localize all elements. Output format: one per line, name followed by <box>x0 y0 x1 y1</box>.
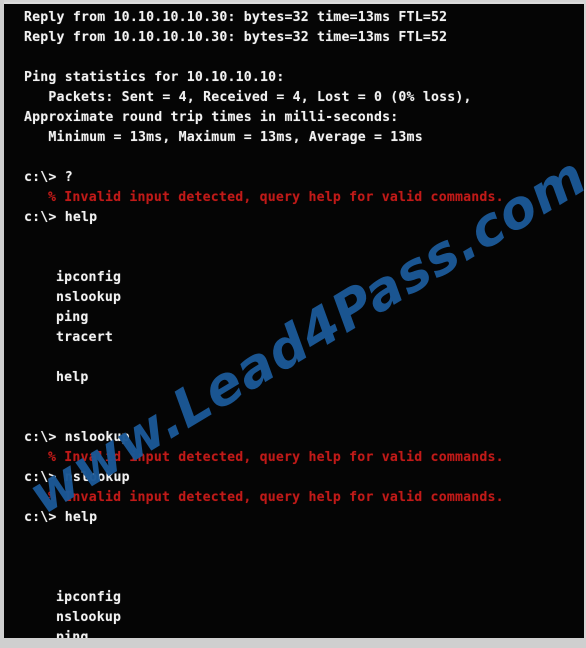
help-command-item: ping <box>56 310 89 325</box>
window-top-edge <box>4 2 584 4</box>
window-bottom-edge <box>0 638 586 648</box>
console-line: c:\> help <box>24 210 98 225</box>
console-line: Minimum = 13ms, Maximum = 13ms, Average … <box>24 130 423 145</box>
console-line: c:\> ? <box>24 170 73 185</box>
console-line: Reply from 10.10.10.10.30: bytes=32 time… <box>24 30 448 45</box>
help-command-item: help <box>56 370 89 385</box>
console-line: Reply from 10.10.10.10.30: bytes=32 time… <box>24 10 448 25</box>
help-command-item: ipconfig <box>56 590 122 605</box>
console-line: c:\> nslookup <box>24 470 130 485</box>
console-error-line: % Invalid input detected, query help for… <box>48 190 504 205</box>
terminal-screen[interactable]: Reply from 10.10.10.10.30: bytes=32 time… <box>4 2 584 638</box>
console-line: Packets: Sent = 4, Received = 4, Lost = … <box>24 90 472 105</box>
console-output: Reply from 10.10.10.10.30: bytes=32 time… <box>4 8 584 638</box>
help-command-item: nslookup <box>56 290 122 305</box>
console-line: c:\> help <box>24 510 98 525</box>
help-command-item: ipconfig <box>56 270 122 285</box>
console-line: c:\> nslookup <box>24 430 130 445</box>
console-line: Ping statistics for 10.10.10.10: <box>24 70 285 85</box>
help-command-item: tracert <box>56 330 113 345</box>
help-command-item: nslookup <box>56 610 122 625</box>
console-error-line: % Invalid input detected, query help for… <box>48 450 504 465</box>
window-left-edge <box>0 0 4 638</box>
console-line: Approximate round trip times in milli-se… <box>24 110 399 125</box>
help-command-item: ping <box>56 630 89 638</box>
console-error-line: % Invalid input detected, query help for… <box>48 490 504 505</box>
terminal-window[interactable]: Reply from 10.10.10.10.30: bytes=32 time… <box>0 0 586 648</box>
